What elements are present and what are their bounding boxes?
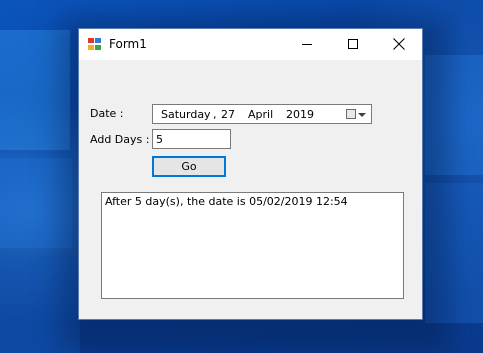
minimize-button[interactable] bbox=[284, 29, 330, 60]
date-label: Date : bbox=[90, 107, 124, 120]
form-window: Form1 Date : Saturday , 27 April 2019 Ad… bbox=[78, 28, 423, 320]
maximize-icon bbox=[348, 39, 358, 49]
output-text: After 5 day(s), the date is 05/02/2019 1… bbox=[105, 195, 348, 208]
date-month[interactable]: April bbox=[248, 108, 273, 121]
title-bar[interactable]: Form1 bbox=[79, 29, 422, 60]
calendar-icon[interactable] bbox=[346, 109, 356, 119]
minimize-icon bbox=[302, 44, 312, 45]
date-day[interactable]: 27 bbox=[221, 108, 235, 121]
date-year[interactable]: 2019 bbox=[286, 108, 314, 121]
add-days-label: Add Days : bbox=[90, 133, 150, 146]
close-icon bbox=[393, 38, 405, 50]
go-button[interactable]: Go bbox=[152, 156, 226, 177]
date-separator: , bbox=[213, 108, 217, 121]
close-button[interactable] bbox=[376, 29, 422, 60]
app-icon[interactable] bbox=[88, 38, 102, 51]
date-weekday[interactable]: Saturday bbox=[161, 108, 211, 121]
output-textbox[interactable]: After 5 day(s), the date is 05/02/2019 1… bbox=[101, 192, 404, 299]
maximize-button[interactable] bbox=[330, 29, 376, 60]
window-title: Form1 bbox=[109, 37, 147, 51]
date-picker[interactable]: Saturday , 27 April 2019 bbox=[152, 104, 372, 124]
dropdown-arrow-icon[interactable] bbox=[358, 113, 366, 117]
add-days-input[interactable] bbox=[152, 129, 231, 149]
